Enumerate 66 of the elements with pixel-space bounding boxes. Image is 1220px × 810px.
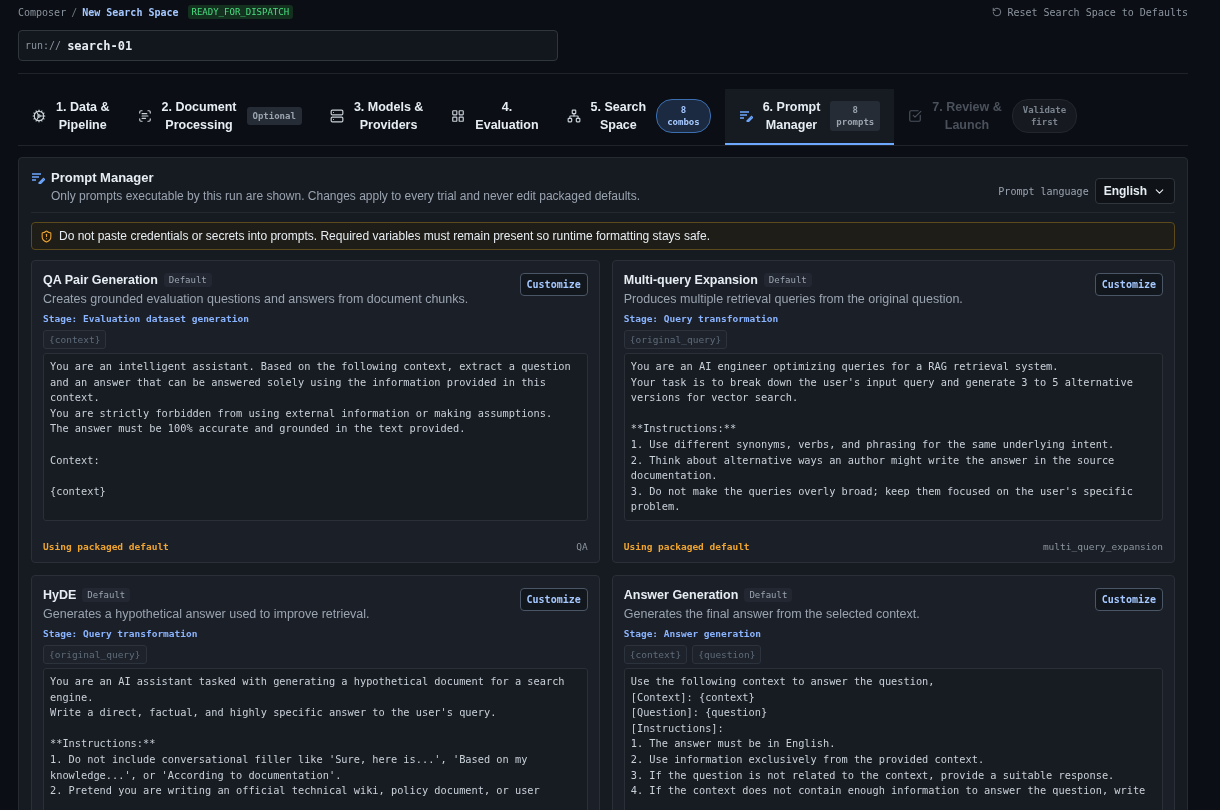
step-tab[interactable]: 3. Models & Providers — [315, 89, 438, 145]
customize-button[interactable]: Customize — [519, 273, 588, 296]
step-icon — [566, 109, 581, 123]
default-tag: Default — [82, 588, 131, 602]
language-select[interactable]: English — [1094, 178, 1175, 204]
step-icon — [451, 109, 466, 123]
step-icon — [32, 109, 46, 123]
shield-icon — [40, 229, 53, 243]
customize-button[interactable]: Customize — [1094, 273, 1163, 296]
step-tab[interactable]: 4. Evaluation — [437, 89, 553, 145]
variable-chip: {question} — [692, 645, 762, 664]
run-field[interactable]: run:// search-01 — [18, 30, 558, 61]
breadcrumb-link[interactable]: Composer — [18, 6, 67, 18]
step-icon — [329, 109, 344, 123]
step-tab[interactable]: 5. Search Space 8 combos — [552, 89, 725, 145]
card-description: Generates the final answer from the selected context. — [623, 607, 921, 621]
list-pen-icon — [31, 171, 45, 184]
variable-chip: {context} — [43, 330, 107, 349]
default-tag: Default — [744, 588, 793, 602]
prompt-key: QA — [576, 541, 588, 552]
variable-chip: {original_query} — [623, 330, 728, 349]
panel-title: Prompt Manager — [51, 170, 154, 185]
prompt-status: Using packaged default — [43, 541, 169, 552]
stage-label: Stage: Query transformation — [623, 313, 780, 324]
run-prefix: run:// — [25, 40, 62, 51]
count-badge: 8 combos — [656, 99, 711, 133]
stage-label: Stage: Answer generation — [623, 628, 763, 639]
language-label: Prompt language — [998, 185, 1089, 197]
variable-chip: {original_query} — [43, 645, 147, 664]
panel-subtitle: Only prompts executable by this run are shown. Changes apply to every trial and never edit packaged defaults. — [51, 189, 640, 203]
step-tab[interactable]: 1. Data & Pipeline — [18, 89, 124, 145]
prompt-editor[interactable]: You are an AI assistant tasked with generating a hypothetical document for a search engine. Write a direct, factual, and highly specific answer to the user's query. **Instructions:** 1. Do not include conversational filler like 'Sure, here is...', 'Based on my knowledge...', or 'According to documentation'. 2. Pretend you are writing an official technical wiki, policy document, or user — [43, 668, 588, 810]
reset-icon — [992, 7, 1003, 17]
customize-button[interactable]: Customize — [1094, 588, 1163, 611]
breadcrumb-current: New Search Space — [82, 6, 179, 18]
warning-text: Do not paste credentials or secrets into prompts. Required variables must remain present so runtime formatting stays safe. — [59, 229, 710, 243]
step-icon — [908, 109, 923, 123]
default-tag: Default — [163, 273, 212, 287]
breadcrumb-separator: / — [71, 6, 78, 18]
prompt-editor[interactable]: You are an AI engineer optimizing queries for a RAG retrieval system. Your task is to break down the user's input query and generate 3 to 5 alternative versions for vector search. **Instructions:** 1. Use different synonyms, verbs, and phrasing for the same underlying intent. 2. Think about alternative ways an author might write the answer in the source documentation. 3. Do not make the queries overly broad; keep them focused on the user's specific problem. — [623, 353, 1163, 521]
run-input[interactable]: search-01 — [67, 38, 268, 53]
prompt-key: multi_query_expansion — [1042, 541, 1163, 552]
customize-button[interactable]: Customize — [519, 588, 588, 611]
list-pen-icon — [738, 110, 753, 122]
card-description: Creates grounded evaluation questions and answers from document chunks. — [43, 292, 470, 306]
reset-button[interactable]: Reset Search Space to Defaults — [992, 6, 1188, 18]
card-description: Generates a hypothetical answer used to improve retrieval. — [43, 607, 371, 621]
step-tab[interactable]: 2. Document Processing Optional — [123, 89, 316, 145]
prompt-editor[interactable]: You are an intelligent assistant. Based on the following context, extract a question and an answer that can be answered solely using the information provided in this context. You are strictly forbidden from using external information or making assumptions. The answer must be 100% accurate and grounded in the text provided. Context: {context} — [43, 353, 588, 521]
default-tag: Default — [763, 273, 812, 287]
variable-chip: {context} — [623, 645, 688, 664]
stage-label: Stage: Query transformation — [43, 628, 199, 639]
count-badge: Validate first — [1011, 99, 1078, 133]
step-tab[interactable]: 6. Prompt Manager 8 prompts — [724, 89, 895, 145]
prompt-editor[interactable]: Use the following context to answer the question, [Context]: {context} [Question]: {question} [Instructions]: 1. The answer must be in English. 2. Use information exclusively from the provided context. 3. If the question is not related to the context, provide a suitable response. 4. If the context does not contain enough information to answer the question, write — [623, 668, 1163, 810]
card-title: Answer Generation — [623, 588, 739, 602]
status-badge: READY_FOR_DISPATCH — [187, 5, 294, 19]
prompt-status: Using packaged default — [623, 541, 750, 552]
card-title: QA Pair Generation — [43, 273, 158, 287]
step-icon — [137, 109, 152, 123]
card-description: Produces multiple retrieval queries from the original question. — [623, 292, 964, 306]
count-badge: 8 prompts — [830, 101, 881, 131]
card-title: HyDE — [43, 588, 77, 602]
stage-label: Stage: Evaluation dataset generation — [43, 313, 250, 324]
card-title: Multi-query Expansion — [623, 273, 758, 287]
count-badge: Optional — [246, 107, 302, 125]
